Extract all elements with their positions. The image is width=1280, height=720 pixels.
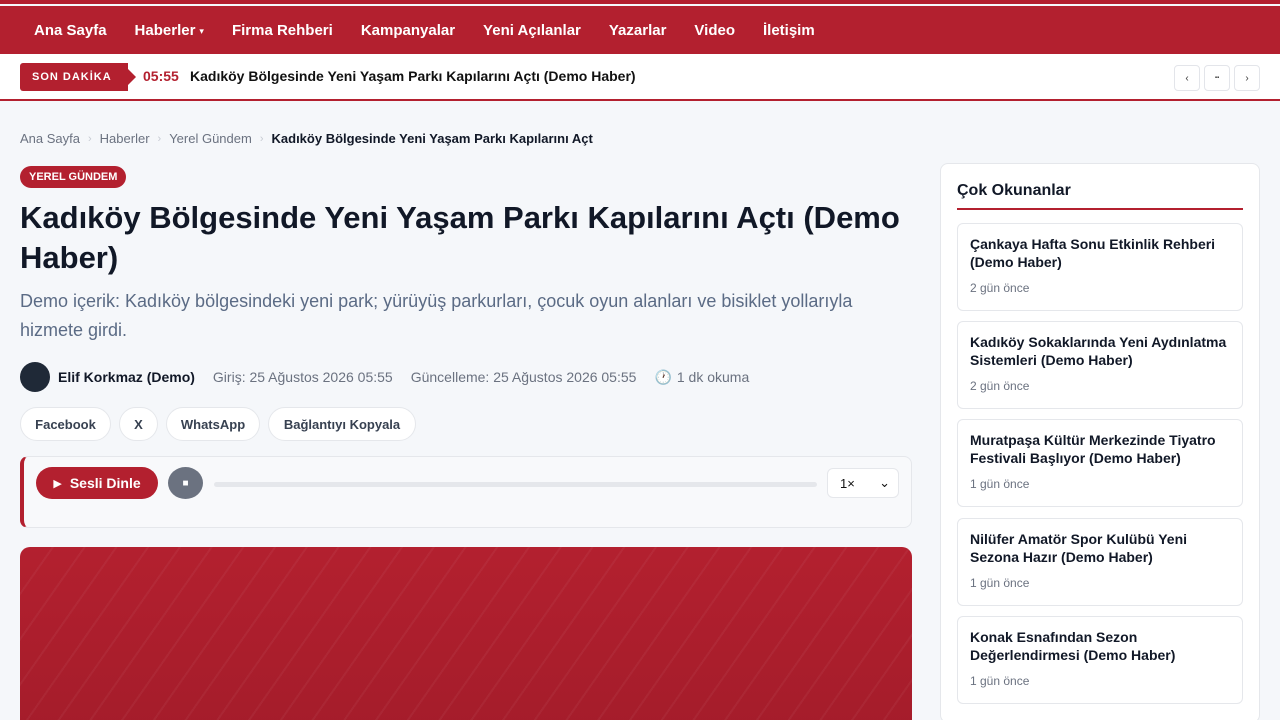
breadcrumb-separator: › [88,132,92,145]
most-read-item-date: 1 gün önce [970,674,1030,688]
chevron-down-icon: ⌄ [879,475,890,490]
most-read-item[interactable]: Nilüfer Amatör Spor Kulübü Yeni Sezona H… [957,518,1243,606]
ticker-pause-button[interactable]: ▪▪ [1204,65,1230,91]
read-time: 1 dk okuma [676,369,750,385]
breadcrumb-separator: › [259,132,264,145]
article-title: Kadıköy Bölgesinde Yeni Yaşam Parkı Kapı… [20,200,900,275]
most-read-item-date: 1 gün önce [970,477,1030,491]
share-whatsapp-button[interactable]: WhatsApp [166,407,260,441]
listen-button[interactable]: ▶ Sesli Dinle [36,467,158,499]
share-facebook-button[interactable]: Facebook [20,407,111,441]
published-date: Giriş: 25 Ağustos 2026 05:55 [212,369,393,385]
author-name[interactable]: Elif Korkmaz (Demo) [58,369,195,385]
nav-item-news[interactable]: Haberler ▾ [121,22,218,39]
main-nav: Ana Sayfa Haberler ▾ Firma Rehberi Kampan… [0,6,1280,54]
playback-speed-select[interactable]: 1× ⌄ [827,468,899,498]
listen-label: Sesli Dinle [69,475,141,491]
most-read-item[interactable]: Kadıköy Sokaklarında Yeni Aydınlatma Sis… [957,321,1243,409]
stop-button[interactable]: ■ [168,467,203,499]
top-accent-line [0,0,1280,4]
share-x-button[interactable]: X [119,407,158,441]
nav-item-contact[interactable]: İletişim [749,22,829,39]
article-summary: Demo içerik: Kadıköy bölgesindeki yeni p… [20,291,853,340]
most-read-item-date: 2 gün önce [970,379,1030,393]
play-icon: ▶ [53,477,62,490]
ticker-prev-button[interactable]: ‹ [1174,65,1200,91]
nav-item-authors[interactable]: Yazarlar [595,22,681,39]
pause-icon: ▪▪ [1214,75,1220,81]
nav-item-home[interactable]: Ana Sayfa [20,22,121,39]
sidebar-title: Çok Okunanlar [957,182,1071,199]
category-badge[interactable]: YEREL GÜNDEM [20,166,127,188]
most-read-sidebar: Çok Okunanlar Çankaya Hafta Sonu Etkinli… [940,163,1260,720]
most-read-item-date: 2 gün önce [970,281,1030,295]
article-hero-image [20,547,912,720]
most-read-item[interactable]: Konak Esnafından Sezon Değerlendirmesi (… [957,616,1243,704]
audio-player: ▶ Sesli Dinle ■ 1× ⌄ [20,456,912,528]
breadcrumb-local[interactable]: Yerel Gündem [169,131,252,146]
chevron-right-icon: › [1245,72,1249,84]
most-read-item-title[interactable]: Muratpaşa Kültür Merkezinde Tiyatro Fest… [970,431,1230,467]
breadcrumb-home[interactable]: Ana Sayfa [20,131,80,146]
copy-link-button[interactable]: Bağlantıyı Kopyala [268,407,416,441]
breaking-news-label: SON DAKİKA [20,63,136,91]
nav-item-new-openings[interactable]: Yeni Açılanlar [469,22,595,39]
nav-item-campaigns[interactable]: Kampanyalar [347,22,469,39]
chevron-down-icon: ▾ [199,26,204,36]
nav-item-video[interactable]: Video [680,22,749,39]
audio-progress-bar[interactable] [214,482,817,487]
ticker-headline[interactable]: Kadıköy Bölgesinde Yeni Yaşam Parkı Kapı… [190,68,636,84]
playback-speed-value: 1× [840,475,855,491]
most-read-item-date: 1 gün önce [970,576,1030,590]
most-read-item-title[interactable]: Çankaya Hafta Sonu Etkinlik Rehberi (Dem… [970,235,1230,271]
breadcrumb-current: Kadıköy Bölgesinde Yeni Yaşam Parkı Kapı… [271,131,593,146]
author-avatar[interactable] [20,362,50,392]
stop-icon: ■ [182,477,189,489]
sidebar-divider [957,208,1243,210]
most-read-item-title[interactable]: Kadıköy Sokaklarında Yeni Aydınlatma Sis… [970,333,1230,369]
most-read-item-title[interactable]: Nilüfer Amatör Spor Kulübü Yeni Sezona H… [970,530,1230,566]
chevron-left-icon: ‹ [1185,72,1189,84]
breadcrumb-separator: › [157,132,162,145]
updated-date: Güncelleme: 25 Ağustos 2026 05:55 [410,369,637,385]
ticker-time: 05:55 [143,68,179,84]
breaking-news-ticker: SON DAKİKA 05:55 Kadıköy Bölgesinde Yeni… [0,54,1280,101]
breadcrumb: Ana Sayfa › Haberler › Yerel Gündem › Ka… [20,131,593,146]
ticker-next-button[interactable]: › [1234,65,1260,91]
article-meta: Elif Korkmaz (Demo) Giriş: 25 Ağustos 20… [20,362,749,392]
most-read-item-title[interactable]: Konak Esnafından Sezon Değerlendirmesi (… [970,628,1230,664]
nav-item-directory[interactable]: Firma Rehberi [218,22,347,39]
most-read-item[interactable]: Çankaya Hafta Sonu Etkinlik Rehberi (Dem… [957,223,1243,311]
breadcrumb-news[interactable]: Haberler [100,131,150,146]
clock-icon: 🕐 [654,368,672,385]
most-read-item[interactable]: Muratpaşa Kültür Merkezinde Tiyatro Fest… [957,419,1243,507]
nav-item-news-label[interactable]: Haberler [135,22,196,39]
